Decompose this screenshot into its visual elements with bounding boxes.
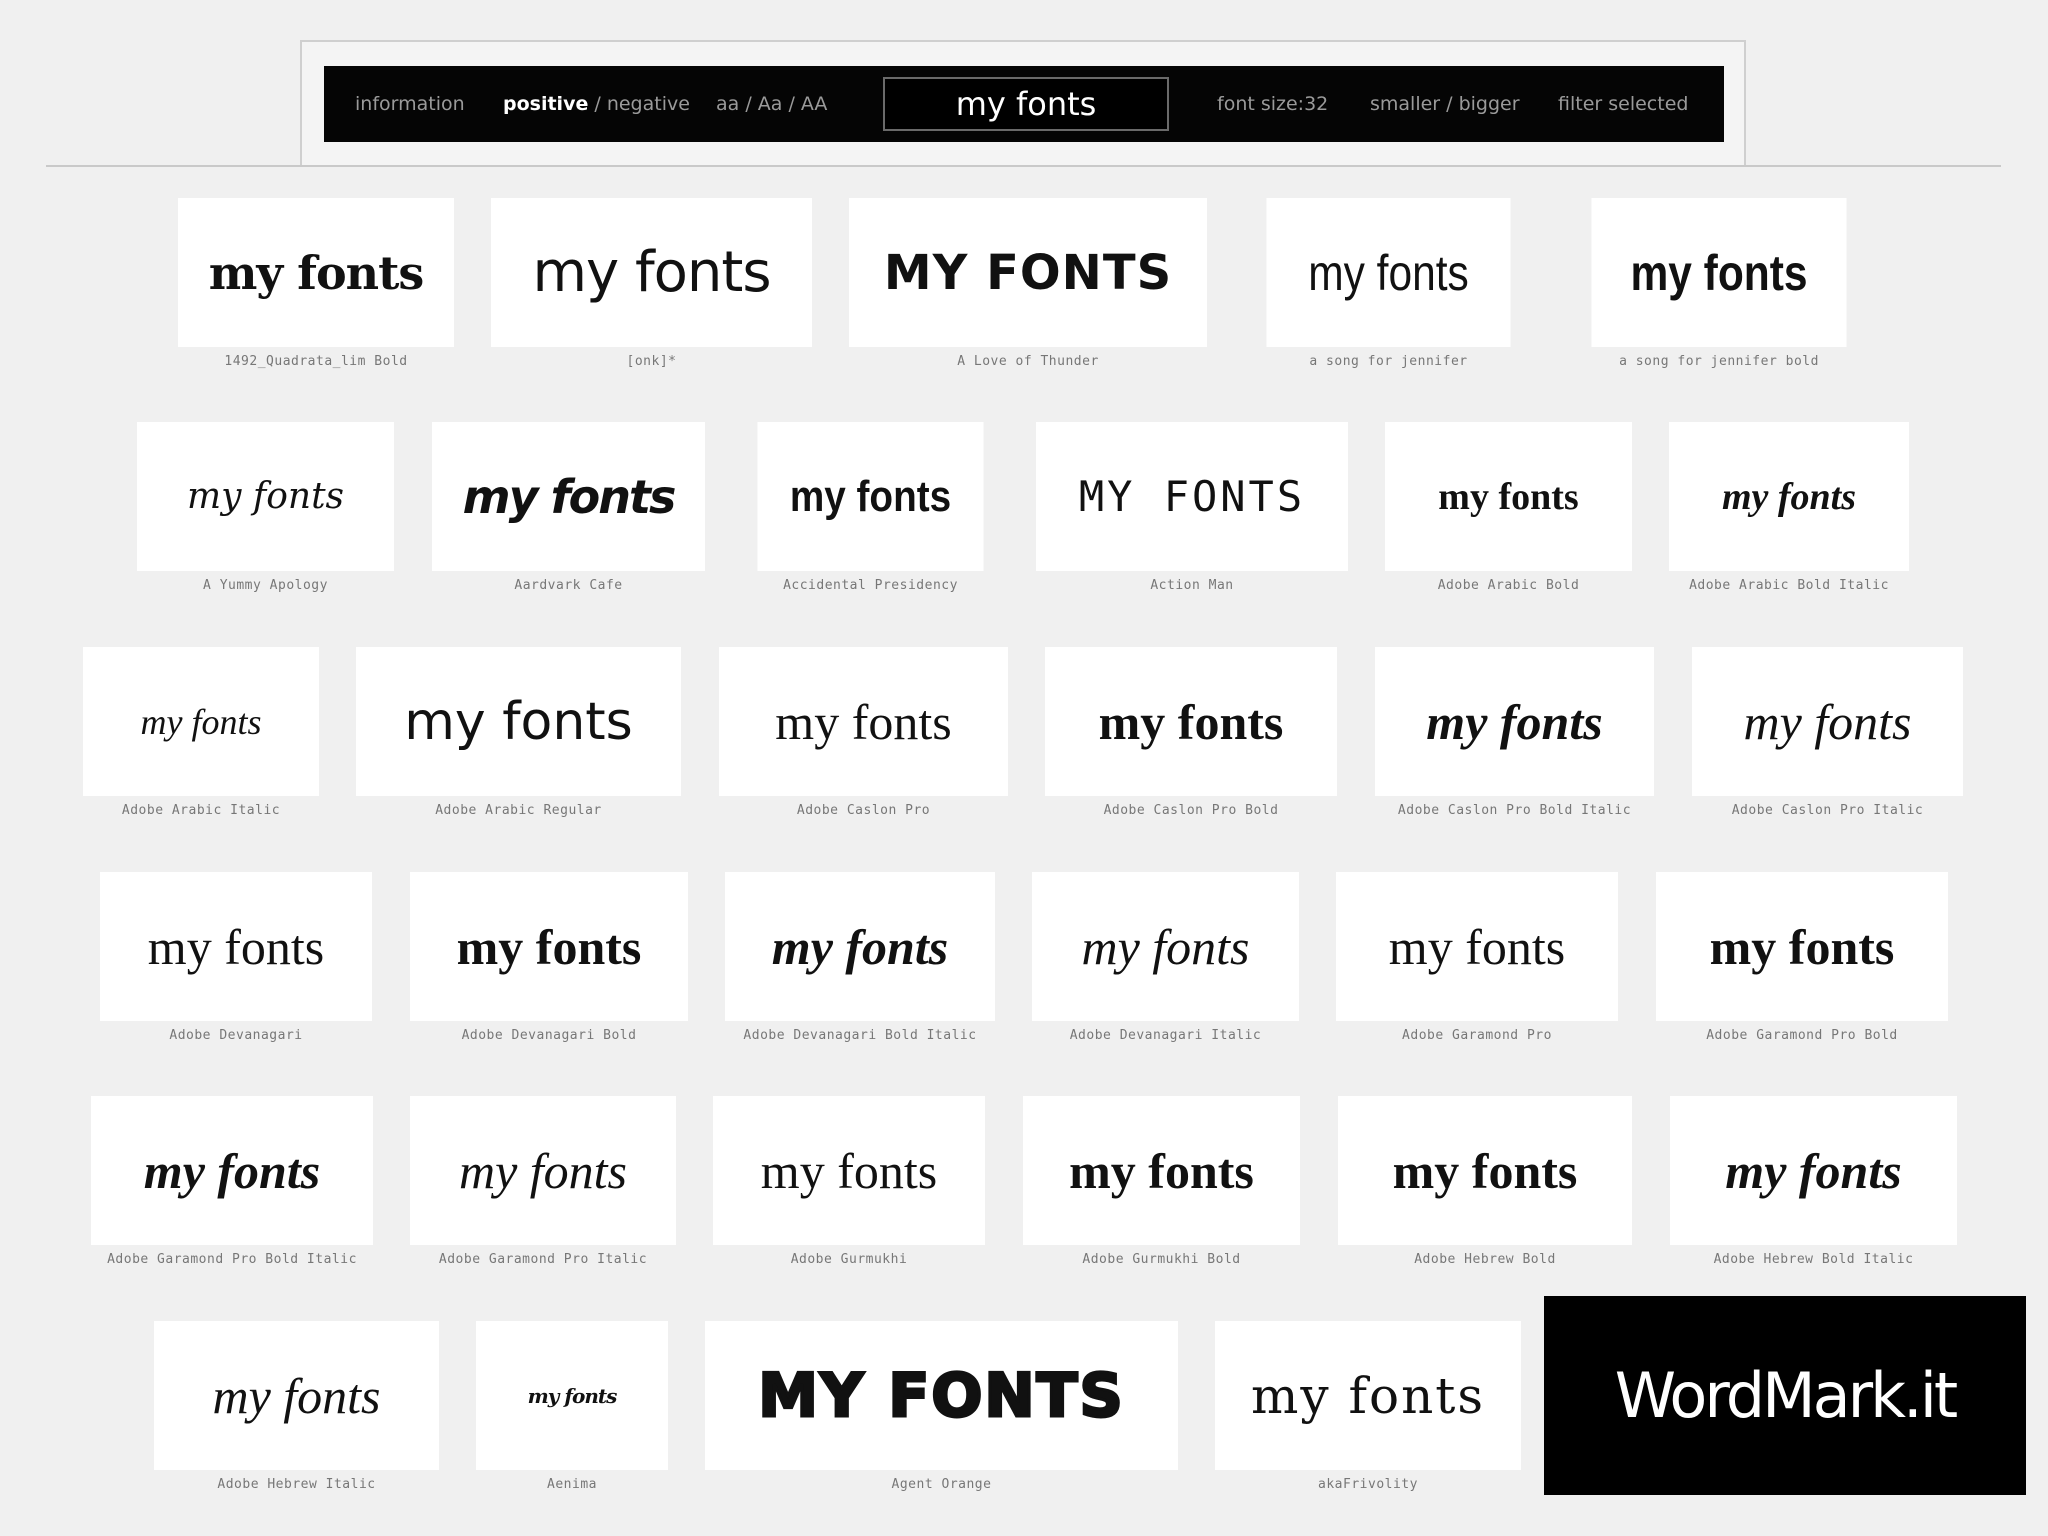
font-name: Adobe Caslon Pro — [796, 803, 931, 818]
font-sample[interactable]: MY FONTS — [849, 198, 1207, 347]
sample-text-input[interactable] — [883, 77, 1169, 131]
font-sample[interactable]: my fonts — [1375, 647, 1654, 796]
font-name: Accidental Presidency — [783, 578, 958, 593]
font-name: Aardvark Cafe — [514, 578, 623, 593]
font-name: Adobe Devanagari Bold — [461, 1028, 637, 1043]
header-divider — [46, 165, 2001, 167]
font-sample[interactable]: my fonts — [100, 872, 372, 1021]
font-name: Adobe Arabic Bold — [1437, 578, 1580, 593]
font-sample[interactable]: my fonts — [1385, 422, 1632, 571]
font-sample[interactable]: my fonts — [91, 1096, 373, 1245]
font-sample[interactable]: my fonts — [1032, 872, 1299, 1021]
font-name: Adobe Arabic Italic — [121, 803, 281, 818]
font-sample[interactable]: my fonts — [356, 647, 681, 796]
font-name: Adobe Devanagari — [169, 1028, 303, 1043]
font-name: 1492_Quadrata_lim Bold — [224, 354, 408, 369]
size-controls[interactable]: smaller / bigger — [1370, 66, 1520, 142]
font-name: Adobe Garamond Pro Italic — [438, 1252, 648, 1267]
font-name: Adobe Devanagari Italic — [1069, 1028, 1262, 1043]
font-sample[interactable]: my fonts — [1692, 647, 1963, 796]
brand-logo-text: WordMark.it — [1614, 1359, 1958, 1432]
font-name: [onk]* — [626, 354, 677, 369]
font-name: Adobe Hebrew Bold — [1414, 1252, 1556, 1267]
font-sample[interactable]: my fonts — [1266, 198, 1511, 347]
font-size-readout: font size:32 — [1217, 93, 1329, 115]
font-sample[interactable]: my fonts — [178, 198, 454, 347]
case-toggle[interactable]: aa / Aa / AA — [716, 66, 827, 142]
font-sample[interactable]: MY FONTS — [1036, 422, 1348, 571]
font-name: a song for jennifer bold — [1619, 354, 1819, 369]
font-sample[interactable]: my fonts — [1023, 1096, 1300, 1245]
font-name: Adobe Gurmukhi Bold — [1082, 1252, 1241, 1267]
font-sample[interactable]: my fonts — [476, 1321, 668, 1470]
font-name: Adobe Garamond Pro Bold — [1706, 1028, 1898, 1043]
font-name: Action Man — [1150, 578, 1234, 593]
negative-option[interactable]: negative — [607, 93, 690, 115]
font-sample[interactable]: my fonts — [719, 647, 1008, 796]
font-sample[interactable]: my fonts — [713, 1096, 985, 1245]
font-name: A Yummy Apology — [203, 578, 328, 593]
font-sample[interactable]: my fonts — [1669, 422, 1909, 571]
font-sample[interactable]: my fonts — [410, 1096, 676, 1245]
font-sample[interactable]: my fonts — [1670, 1096, 1957, 1245]
font-name: a song for jennifer — [1309, 354, 1468, 369]
font-name: Adobe Caslon Pro Bold Italic — [1397, 803, 1632, 818]
font-sample[interactable]: my fonts — [757, 422, 984, 571]
bigger-button[interactable]: bigger — [1459, 93, 1520, 115]
smaller-button[interactable]: smaller — [1370, 93, 1440, 115]
filter-selected-button[interactable]: filter selected — [1558, 66, 1688, 142]
font-sample[interactable]: MY FONTS — [705, 1321, 1178, 1470]
font-name: Adobe Devanagari Bold Italic — [743, 1028, 977, 1043]
font-name: Adobe Caslon Pro Bold — [1103, 803, 1279, 818]
font-name: Adobe Hebrew Bold Italic — [1713, 1252, 1914, 1267]
toolbar: information positive / negative aa / Aa … — [324, 66, 1724, 142]
font-name: Adobe Arabic Bold Italic — [1689, 578, 1889, 593]
font-sample[interactable]: my fonts — [154, 1321, 439, 1470]
font-sample[interactable]: my fonts — [83, 647, 319, 796]
font-name: Adobe Caslon Pro Italic — [1731, 803, 1924, 818]
brand-badge: WordMark.it — [1544, 1296, 2026, 1495]
font-sample[interactable]: my fonts — [1591, 198, 1847, 347]
font-name: Agent Orange — [891, 1477, 992, 1492]
positive-option[interactable]: positive — [503, 93, 588, 115]
font-sample[interactable]: my fonts — [491, 198, 812, 347]
font-sample[interactable]: my fonts — [1338, 1096, 1632, 1245]
font-name: Adobe Hebrew Italic — [217, 1477, 376, 1492]
font-sample[interactable]: my fonts — [410, 872, 688, 1021]
font-name: Adobe Gurmukhi — [790, 1252, 908, 1267]
font-sample[interactable]: my fonts — [1215, 1321, 1521, 1470]
information-button[interactable]: information — [355, 66, 465, 142]
font-sample[interactable]: my fonts — [137, 422, 394, 571]
font-sample[interactable]: my fonts — [1045, 647, 1337, 796]
font-sample[interactable]: my fonts — [1656, 872, 1948, 1021]
font-name: Adobe Garamond Pro — [1402, 1028, 1552, 1043]
font-name: akaFrivolity — [1318, 1477, 1418, 1492]
font-name: Adobe Garamond Pro Bold Italic — [107, 1252, 357, 1267]
toggle-separator: / — [588, 93, 607, 115]
font-sample[interactable]: my fonts — [725, 872, 995, 1021]
font-name: A Love of Thunder — [957, 354, 1099, 369]
font-sample[interactable]: my fonts — [1336, 872, 1618, 1021]
positive-negative-toggle[interactable]: positive / negative — [503, 66, 690, 142]
font-sample[interactable]: my fonts — [432, 422, 705, 571]
size-separator: / — [1440, 93, 1459, 115]
font-name: Adobe Arabic Regular — [435, 803, 602, 818]
